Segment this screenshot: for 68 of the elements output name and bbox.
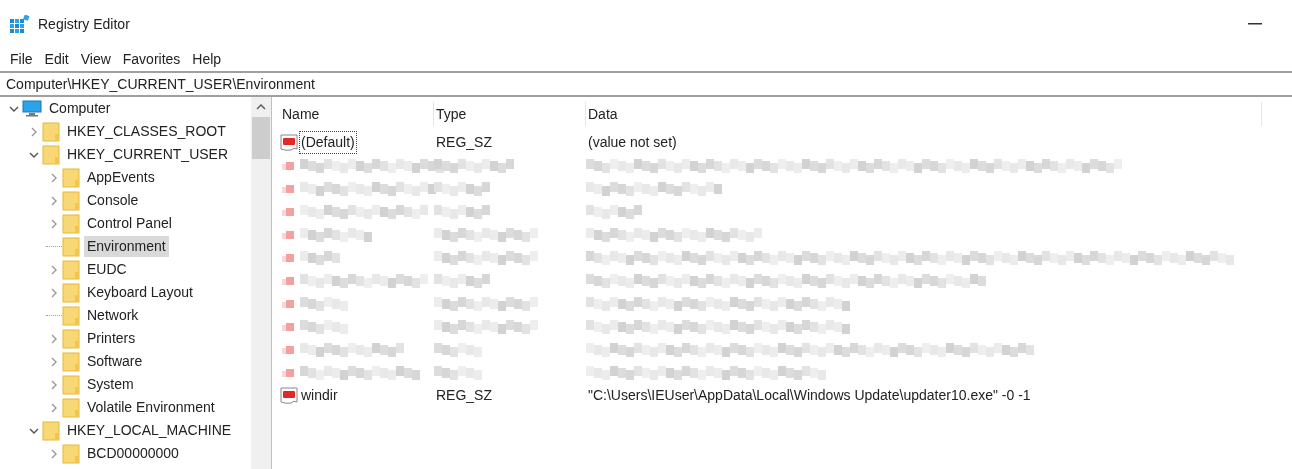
folder-icon [62,443,80,464]
blurred-value-icon [282,184,294,193]
tree-item[interactable]: Computer [46,98,114,119]
folder-icon [62,259,80,280]
folder-icon [62,190,80,211]
tree-item[interactable]: Console [84,190,142,211]
folder-icon [62,328,80,349]
scrollbar[interactable] [251,97,271,469]
tree-item[interactable]: Environment [84,236,169,257]
menu-item[interactable]: Favorites [116,48,187,70]
folder-icon [62,351,80,372]
column-header[interactable]: Data [586,102,1262,126]
tree-item[interactable]: HKEY_LOCAL_MACHINE [64,420,235,441]
folder-icon [62,305,80,326]
column-header[interactable]: Type [434,102,586,126]
tree-item[interactable]: HKEY_CURRENT_USER [64,144,232,165]
app-icon [10,15,30,33]
table-cell-text: REG_SZ [435,133,493,152]
table-cell[interactable]: windir [300,385,339,406]
blurred-text-drawing [434,365,484,380]
string-value-icon [280,386,300,405]
menu-item[interactable]: Help [186,48,228,70]
blurred-value-icon [282,368,294,377]
tree-item[interactable]: BCD00000000 [84,443,182,464]
folder-icon [62,397,80,418]
table-cell-text: "C:\Users\IEUser\AppData\Local\Windows Update\updater10.exe" -0 -1 [587,386,1032,405]
folder-icon [62,213,80,234]
tree-item[interactable]: Network [84,305,142,326]
tree-item[interactable]: System [84,374,137,395]
table-cell[interactable]: (Default) [300,132,356,153]
tree-item[interactable]: AppEvents [84,167,158,188]
window-title: Registry Editor [38,14,130,34]
blurred-value-icon [282,345,294,354]
folder-icon [62,236,80,257]
blurred-value-icon [282,230,294,239]
blurred-value-icon [282,299,294,308]
table-cell-text: (value not set) [587,133,678,152]
tree-item[interactable]: Volatile Environment [84,397,218,418]
blurred-value-icon [282,207,294,216]
monitor-icon [22,100,42,117]
column-header[interactable]: Name [280,102,434,126]
folder-icon [62,374,80,395]
blurred-value-icon [282,161,294,170]
blurred-value-icon [282,322,294,331]
address-field[interactable]: Computer\HKEY_CURRENT_USER\Environment [6,73,315,95]
tree-item[interactable]: HKEY_CLASSES_ROOT [64,121,229,142]
folder-icon [62,167,80,188]
blurred-value-icon [282,253,294,262]
folder-icon [42,420,60,441]
tree-item[interactable]: Software [84,351,146,372]
menu-item[interactable]: File [4,48,39,70]
scrollbar-thumb[interactable] [252,117,270,159]
tree-item[interactable]: Keyboard Layout [84,282,196,303]
blurred-text-drawing [300,319,350,334]
menu-item[interactable]: View [74,48,117,70]
tree-item[interactable]: Control Panel [84,213,175,234]
blurred-text-drawing [300,250,340,265]
blurred-text-drawing [300,296,350,311]
blurred-text-drawing [434,342,484,357]
folder-icon [42,121,60,142]
tree-item[interactable]: EUDC [84,259,130,280]
blurred-value-icon [282,276,294,285]
tree-item[interactable]: Printers [84,328,139,349]
folder-icon [62,282,80,303]
table-cell-text: REG_SZ [435,386,493,405]
folder-icon [42,144,60,165]
string-value-icon [280,133,300,152]
menu-item[interactable]: Edit [38,48,75,70]
